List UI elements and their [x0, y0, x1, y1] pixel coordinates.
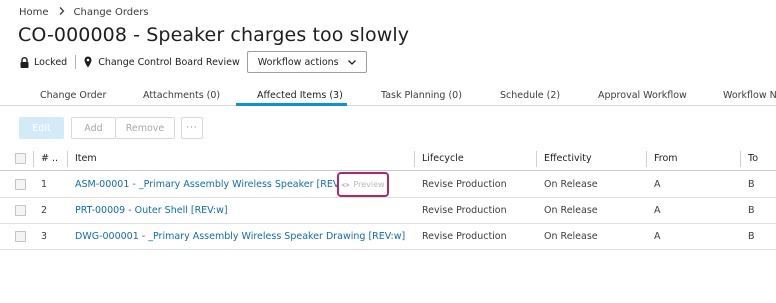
workflow-actions-button[interactable]: Workflow actions [246, 51, 367, 73]
table-row[interactable]: 3 DWG-000001 - _Primary Assembly Wireles… [0, 224, 776, 250]
from-cell: A [654, 179, 661, 190]
breadcrumb-home[interactable]: Home [19, 7, 49, 18]
column-divider[interactable] [536, 151, 537, 167]
remove-button[interactable]: Remove [116, 117, 175, 139]
column-divider[interactable] [67, 151, 68, 167]
tab-approval-workflow[interactable]: Approval Workflow [598, 90, 687, 101]
grid-toolbar: Edit Add Remove ··· [19, 117, 203, 139]
column-divider[interactable] [740, 151, 741, 167]
more-options-button[interactable]: ··· [181, 117, 203, 139]
lifecycle-cell: Revise Production [422, 205, 507, 216]
header-from[interactable]: From [654, 147, 678, 170]
page-title: CO-000008 - Speaker charges too slowly [18, 24, 410, 46]
eye-icon [341, 182, 350, 188]
column-divider[interactable] [646, 151, 647, 167]
table-header-row: # .. Item Lifecycle Effectivity From To [0, 147, 776, 171]
column-divider[interactable] [33, 151, 34, 167]
chevron-down-icon [347, 59, 356, 65]
item-link[interactable]: PRT-00009 - Outer Shell [REV:w] [75, 198, 228, 223]
item-link[interactable]: ASM-00001 - _Primary Assembly Wireless S… [75, 172, 353, 197]
edit-button[interactable]: Edit [19, 117, 64, 139]
status-row: Locked Change Control Board Review Workf… [19, 51, 367, 73]
row-checkbox[interactable] [15, 172, 26, 197]
lifecycle-cell: Revise Production [422, 179, 507, 190]
header-number[interactable]: # .. [41, 147, 58, 170]
row-checkbox[interactable] [15, 198, 26, 223]
preview-button[interactable]: Preview [337, 172, 389, 197]
item-link[interactable]: DWG-000001 - _Primary Assembly Wireless … [75, 224, 405, 249]
tab-bar: Change Order Attachments (0) Affected It… [0, 86, 776, 106]
tab-task-planning[interactable]: Task Planning (0) [381, 90, 462, 101]
tab-affected-items[interactable]: Affected Items (3) [257, 90, 343, 101]
breadcrumb: Home Change Orders [19, 6, 149, 18]
chevron-right-icon [59, 6, 65, 18]
header-effectivity[interactable]: Effectivity [544, 147, 592, 170]
from-cell: A [654, 231, 661, 242]
effectivity-cell: On Release [544, 231, 598, 242]
tab-schedule[interactable]: Schedule (2) [500, 90, 560, 101]
header-lifecycle[interactable]: Lifecycle [422, 147, 464, 170]
table-row[interactable]: 2 PRT-00009 - Outer Shell [REV:w] Revise… [0, 198, 776, 224]
effectivity-cell: On Release [544, 179, 598, 190]
tab-workflow-next[interactable]: Workflow Ne [723, 90, 776, 101]
workflow-state-label: Change Control Board Review [98, 56, 240, 68]
effectivity-cell: On Release [544, 205, 598, 216]
header-to[interactable]: To [748, 147, 758, 170]
tab-change-order[interactable]: Change Order [40, 90, 106, 101]
to-cell: B [748, 179, 755, 190]
row-checkbox[interactable] [15, 224, 26, 249]
to-cell: B [748, 205, 755, 216]
select-all-checkbox[interactable] [15, 147, 26, 170]
status-divider [75, 55, 77, 69]
lifecycle-cell: Revise Production [422, 231, 507, 242]
lock-status-label: Locked [34, 56, 68, 68]
add-button[interactable]: Add [71, 117, 116, 139]
row-number: 3 [41, 231, 48, 242]
breadcrumb-current[interactable]: Change Orders [74, 7, 149, 18]
preview-label: Preview [353, 180, 385, 189]
location-pin-icon [83, 56, 93, 68]
workflow-actions-label: Workflow actions [257, 56, 339, 68]
column-divider[interactable] [414, 151, 415, 167]
lock-icon [19, 56, 29, 68]
active-tab-indicator [236, 103, 347, 106]
row-number: 1 [41, 179, 48, 190]
tab-attachments[interactable]: Attachments (0) [143, 90, 220, 101]
from-cell: A [654, 205, 661, 216]
row-number: 2 [41, 205, 48, 216]
header-item[interactable]: Item [75, 147, 97, 170]
to-cell: B [748, 231, 755, 242]
